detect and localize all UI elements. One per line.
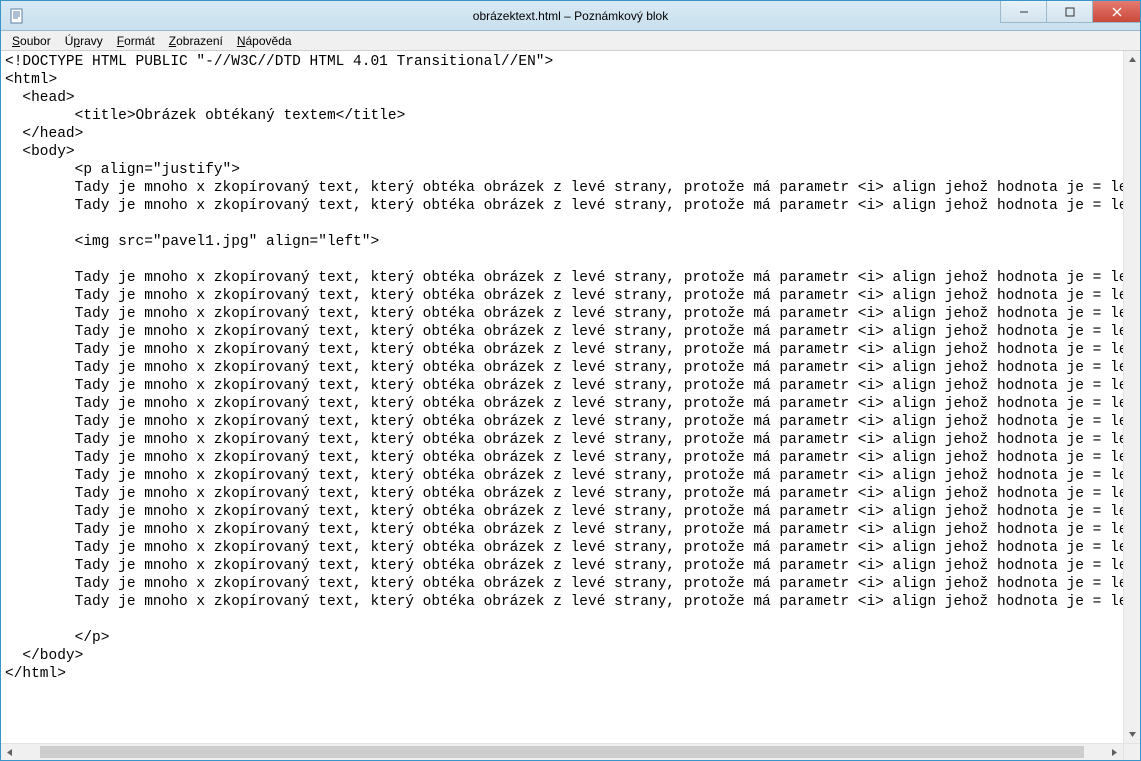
menu-view[interactable]: Zobrazení — [162, 32, 230, 50]
app-icon — [9, 8, 25, 24]
scroll-left-button[interactable] — [1, 744, 18, 760]
menubar: Soubor Úpravy Formát Zobrazení Nápověda — [1, 31, 1140, 51]
scroll-up-button[interactable] — [1124, 51, 1140, 68]
scroll-right-button[interactable] — [1106, 744, 1123, 760]
minimize-button[interactable] — [1000, 1, 1046, 23]
notepad-window: obrázektext.html – Poznámkový blok Soubo… — [0, 0, 1141, 761]
scroll-corner — [1123, 743, 1140, 760]
editor-area: <!DOCTYPE HTML PUBLIC "-//W3C//DTD HTML … — [1, 51, 1140, 760]
vertical-scrollbar[interactable] — [1123, 51, 1140, 743]
menu-edit[interactable]: Úpravy — [58, 32, 110, 50]
vertical-scroll-track[interactable] — [1124, 68, 1140, 726]
window-title: obrázektext.html – Poznámkový blok — [1, 9, 1140, 23]
text-editor[interactable]: <!DOCTYPE HTML PUBLIC "-//W3C//DTD HTML … — [1, 51, 1123, 743]
scroll-down-button[interactable] — [1124, 726, 1140, 743]
window-controls — [1000, 1, 1140, 23]
menu-file[interactable]: Soubor — [5, 32, 58, 50]
horizontal-scrollbar[interactable] — [1, 743, 1123, 760]
maximize-button[interactable] — [1046, 1, 1092, 23]
close-button[interactable] — [1092, 1, 1140, 23]
titlebar: obrázektext.html – Poznámkový blok — [1, 1, 1140, 31]
menu-format[interactable]: Formát — [110, 32, 162, 50]
horizontal-scroll-thumb[interactable] — [40, 746, 1084, 758]
horizontal-scroll-track[interactable] — [18, 744, 1106, 760]
menu-help[interactable]: Nápověda — [230, 32, 299, 50]
